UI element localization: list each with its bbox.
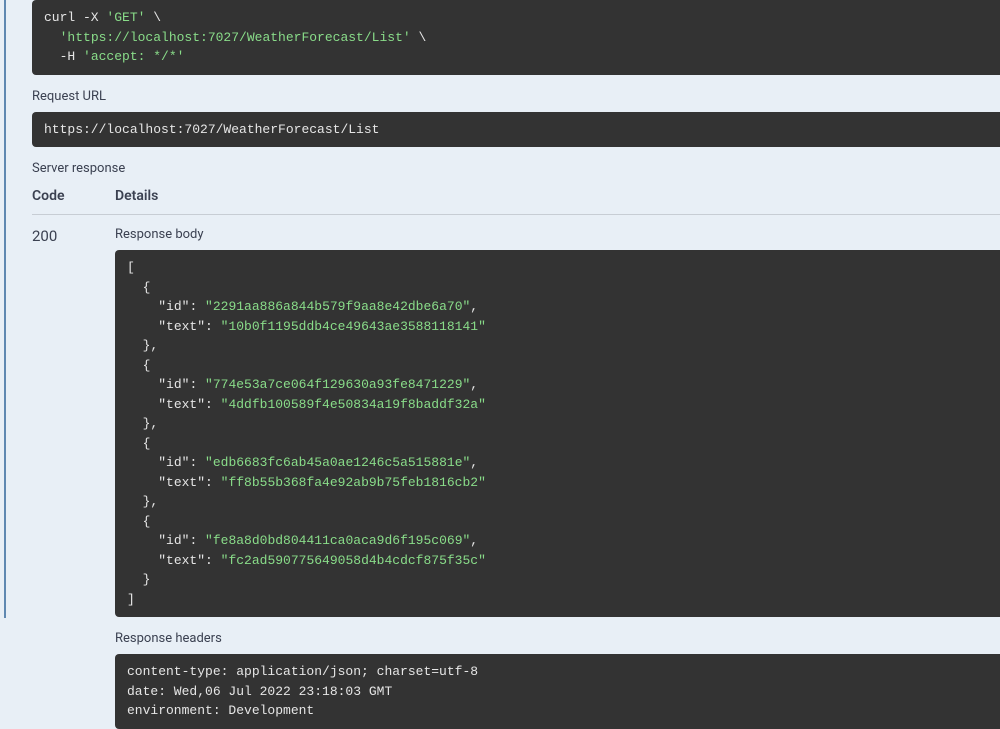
curl-text: curl -X: [44, 10, 106, 25]
response-body-label: Response body: [115, 227, 1000, 242]
request-url-value: https://localhost:7027/WeatherForecast/L…: [44, 122, 379, 137]
curl-url: 'https://localhost:7027/WeatherForecast/…: [60, 30, 411, 45]
response-row: 200 Response body [ { "id": "2291aa886a8…: [32, 227, 1000, 729]
curl-method: 'GET': [106, 10, 145, 25]
curl-command-block[interactable]: curl -X 'GET' \ 'https://localhost:7027/…: [32, 0, 1000, 75]
request-url-block[interactable]: https://localhost:7027/WeatherForecast/L…: [32, 112, 1000, 148]
swagger-response-panel: curl -X 'GET' \ 'https://localhost:7027/…: [4, 0, 1000, 618]
request-url-label: Request URL: [32, 89, 1000, 104]
server-response-label: Server response: [32, 161, 1000, 176]
status-code: 200: [32, 227, 115, 729]
curl-header: 'accept: */*': [83, 49, 184, 64]
response-headers-block[interactable]: content-type: application/json; charset=…: [115, 654, 1000, 729]
details-column-header: Details: [115, 188, 158, 204]
response-body-block[interactable]: [ { "id": "2291aa886a844b579f9aa8e42dbe6…: [115, 250, 1000, 617]
code-column-header: Code: [32, 188, 115, 204]
response-table-header: Code Details: [32, 188, 1000, 215]
response-headers-label: Response headers: [115, 631, 1000, 646]
